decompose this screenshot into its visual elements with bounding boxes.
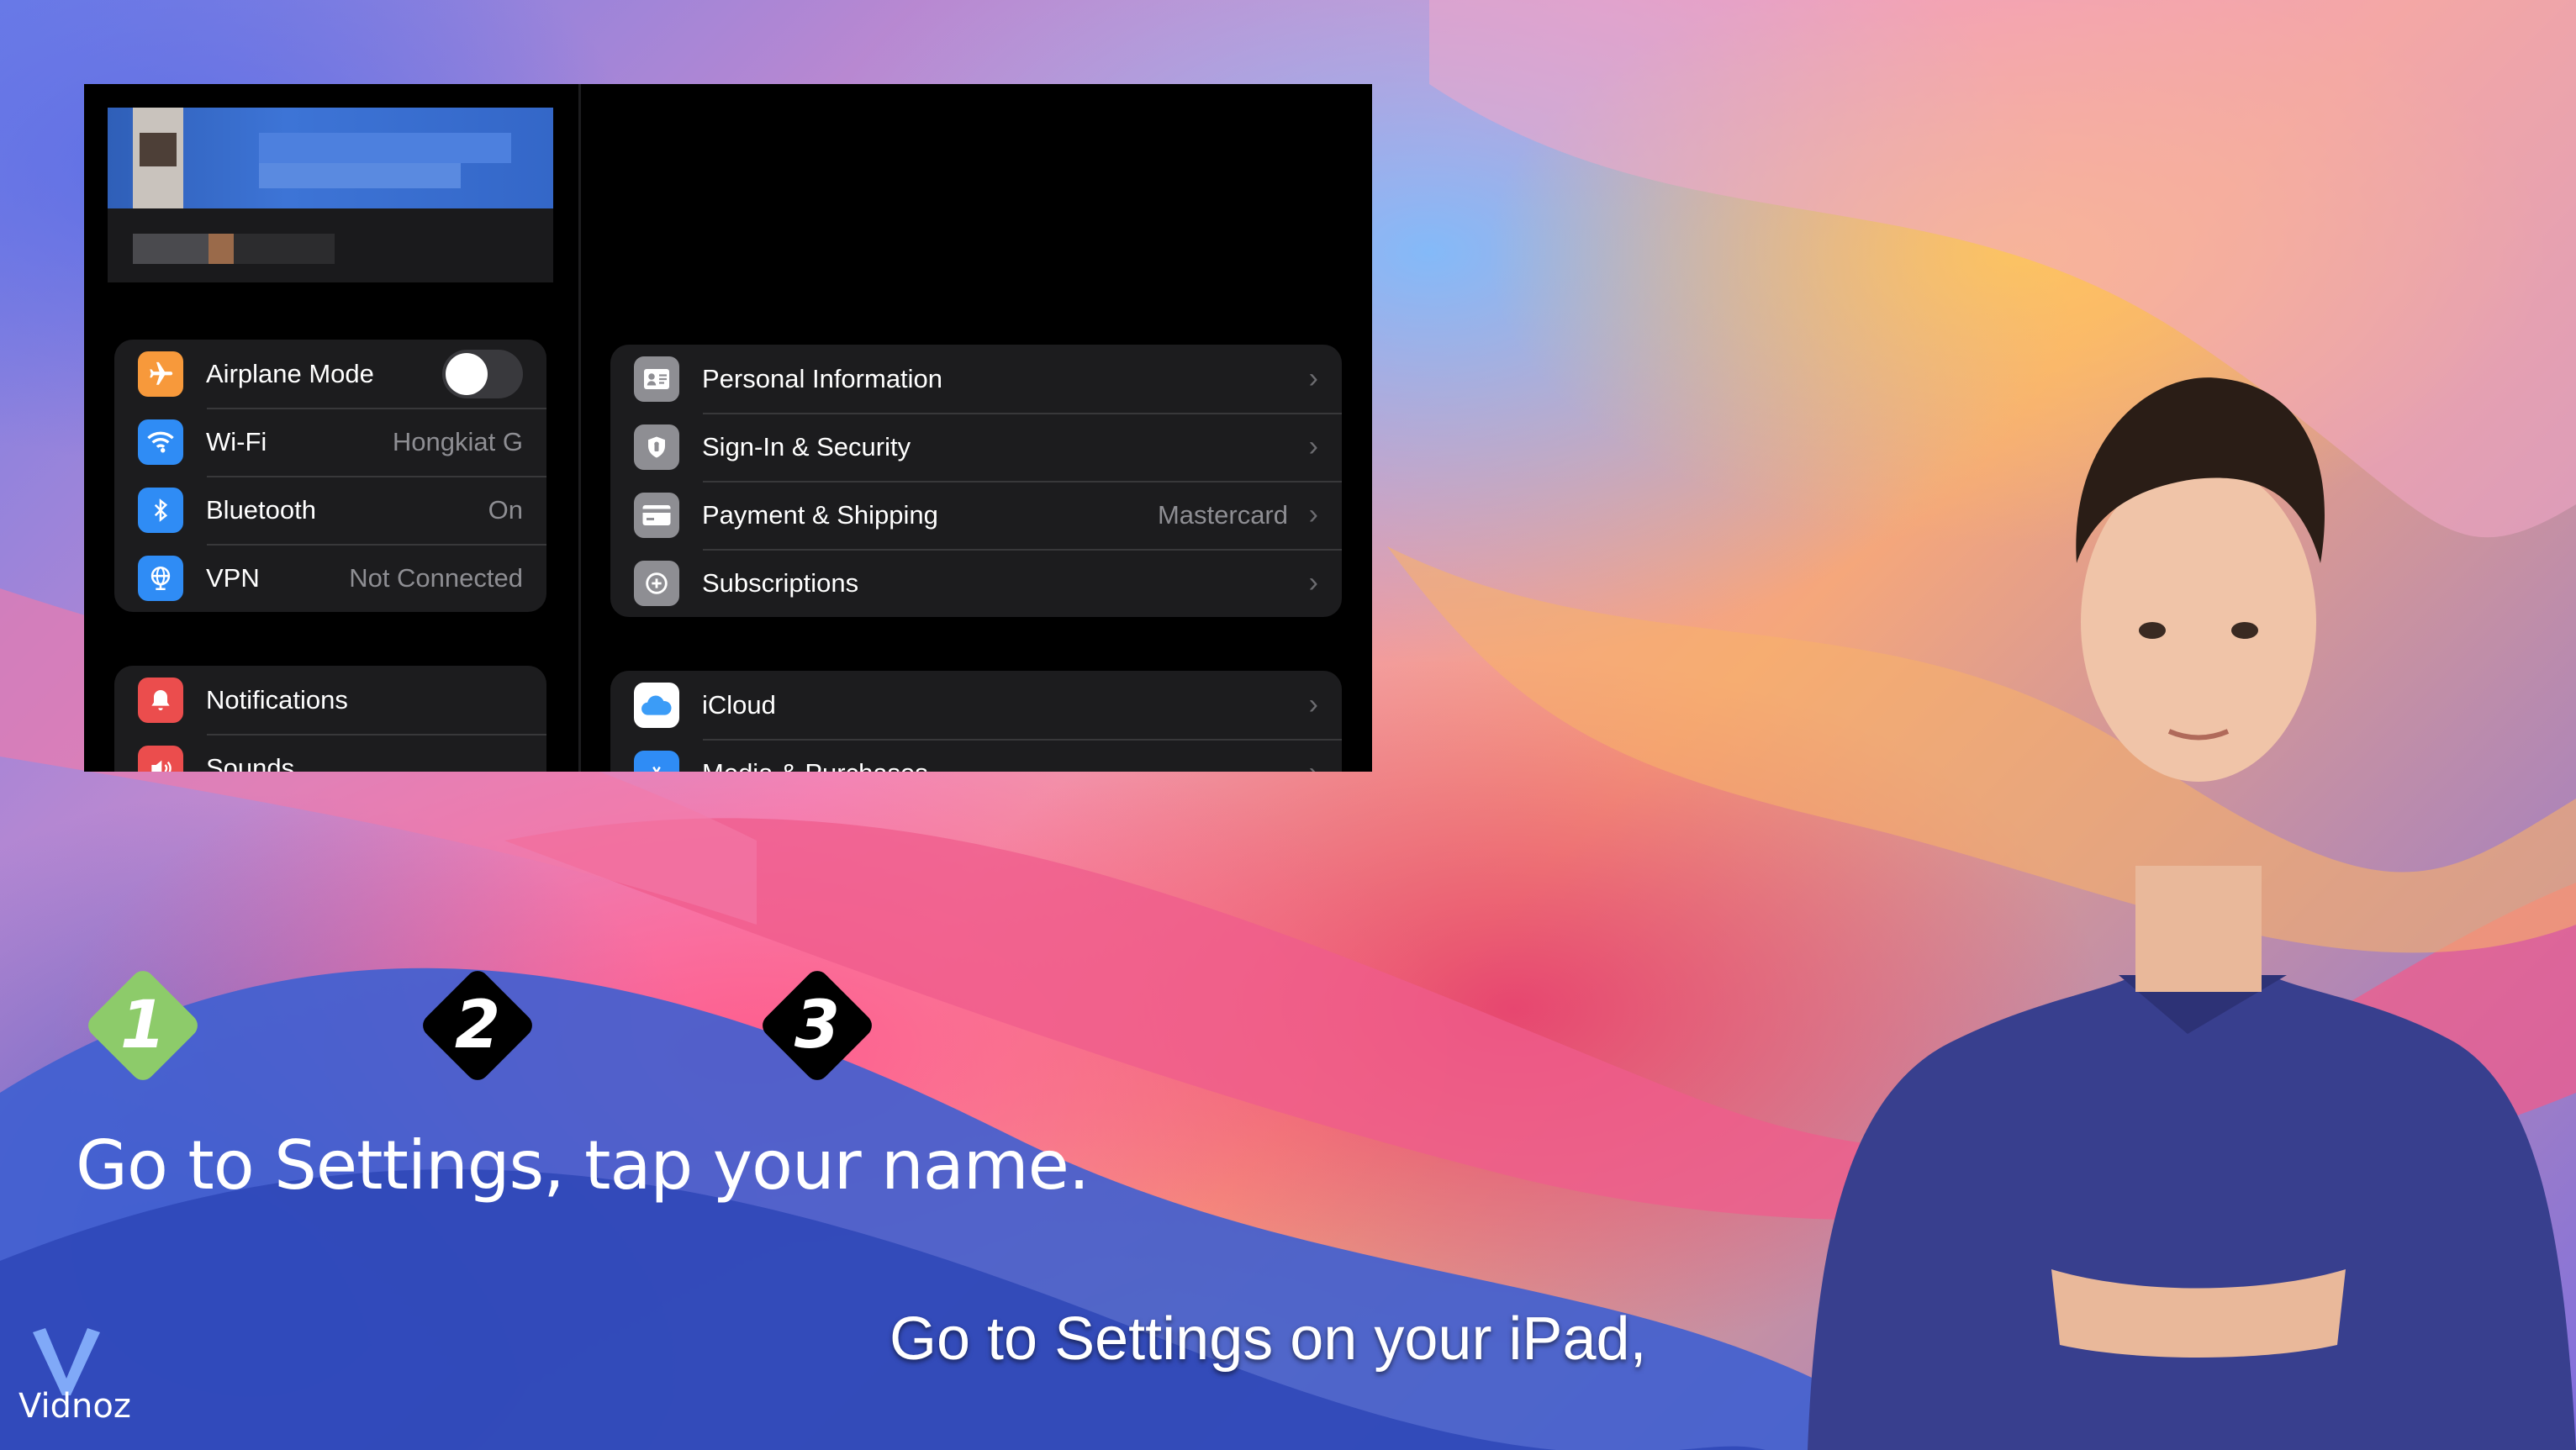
shield-icon: [634, 424, 679, 470]
airplane-icon: [138, 351, 183, 397]
row-label: Subscriptions: [702, 567, 859, 598]
app-store-icon: [634, 750, 679, 772]
settings-screenshot: Airplane Mode Wi-Fi Hongkiat G Bluetooth…: [84, 84, 1372, 772]
sidebar-item-sounds[interactable]: Sounds: [114, 734, 546, 772]
row-icloud[interactable]: iCloud ›: [610, 671, 1342, 739]
airplane-mode-toggle[interactable]: [442, 349, 523, 398]
sidebar-item-airplane-mode[interactable]: Airplane Mode: [114, 340, 546, 408]
presenter-avatar: [1808, 377, 2576, 1450]
row-label: iCloud: [702, 689, 776, 720]
sidebar-item-vpn[interactable]: VPN Not Connected: [114, 544, 546, 612]
row-media-purchases[interactable]: Media & Purchases ›: [610, 739, 1342, 772]
chevron-right-icon: ›: [1308, 430, 1318, 462]
sidebar-item-bluetooth[interactable]: Bluetooth On: [114, 476, 546, 544]
sidebar-item-label: Wi-Fi: [206, 426, 267, 456]
speaker-icon: [138, 745, 183, 772]
step-1-number: 1: [119, 988, 166, 1063]
avatar-detail: [140, 133, 177, 166]
sidebar-item-wifi[interactable]: Wi-Fi Hongkiat G: [114, 408, 546, 476]
profile-subtext-blurred-3: [234, 234, 335, 264]
settings-sidebar: Airplane Mode Wi-Fi Hongkiat G Bluetooth…: [84, 84, 581, 772]
sidebar-item-label: Airplane Mode: [206, 358, 374, 388]
sidebar-item-label: VPN: [206, 562, 260, 593]
subscription-icon: [634, 560, 679, 606]
connectivity-group: Airplane Mode Wi-Fi Hongkiat G Bluetooth…: [114, 340, 546, 612]
video-subtitle: Go to Settings on your iPad,: [889, 1305, 1647, 1373]
row-payment-shipping[interactable]: Payment & Shipping Mastercard ›: [610, 481, 1342, 549]
row-label: Media & Purchases: [702, 758, 928, 772]
toggle-knob: [446, 352, 488, 395]
row-label: Personal Information: [702, 363, 943, 393]
bell-icon: [138, 677, 183, 723]
chevron-right-icon: ›: [1308, 498, 1318, 530]
id-card-icon: [634, 356, 679, 402]
brand-name: Vidnoz: [18, 1387, 131, 1426]
sidebar-item-label: Notifications: [206, 684, 348, 714]
step-3-number: 3: [794, 988, 841, 1063]
bluetooth-icon: [138, 487, 183, 533]
chevron-right-icon: ›: [1309, 757, 1318, 772]
profile-subtext-blurred-2: [209, 234, 234, 264]
profile-subtext-blurred: [133, 234, 209, 264]
notifications-group: Notifications Sounds: [114, 666, 546, 772]
chevron-right-icon: ›: [1308, 362, 1318, 394]
credit-card-icon: [634, 492, 679, 538]
apple-account-group: Personal Information › Sign-In & Securit…: [610, 345, 1342, 617]
chevron-right-icon: ›: [1308, 688, 1318, 720]
wifi-network-value: Hongkiat G: [392, 426, 523, 456]
vpn-status-value: Not Connected: [349, 562, 523, 593]
payment-method-value: Mastercard: [1157, 499, 1288, 530]
sidebar-item-notifications[interactable]: Notifications: [114, 666, 546, 734]
row-label: Sign-In & Security: [702, 431, 911, 461]
cloud-icon: [634, 682, 679, 728]
profile-name-blurred-2: [259, 163, 461, 188]
wifi-icon: [138, 419, 183, 465]
profile-name-blurred: [259, 133, 511, 163]
globe-icon: [138, 555, 183, 601]
profile-card[interactable]: [108, 108, 553, 282]
row-sign-in-security[interactable]: Sign-In & Security ›: [610, 413, 1342, 481]
row-subscriptions[interactable]: Subscriptions ›: [610, 549, 1342, 617]
row-label: Payment & Shipping: [702, 499, 938, 530]
chevron-right-icon: ›: [1308, 567, 1318, 598]
bluetooth-status-value: On: [488, 494, 523, 525]
step-caption: Go to Settings, tap your name.: [76, 1126, 1090, 1205]
sidebar-item-label: Sounds: [206, 752, 295, 772]
sidebar-item-label: Bluetooth: [206, 494, 316, 525]
row-personal-information[interactable]: Personal Information ›: [610, 345, 1342, 413]
step-2-number: 2: [454, 988, 501, 1063]
services-group: iCloud › Media & Purchases ›: [610, 671, 1342, 772]
